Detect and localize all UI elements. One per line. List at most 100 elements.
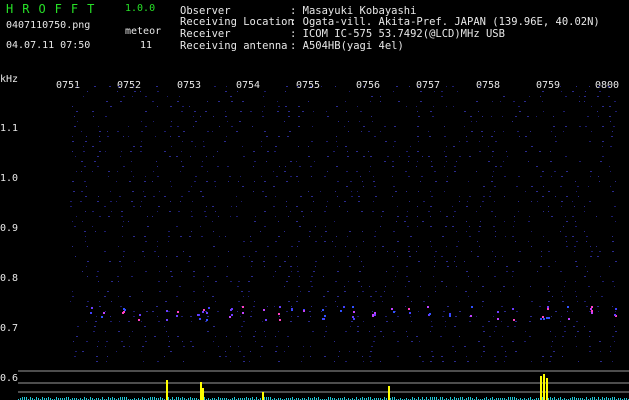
noise-pixel xyxy=(469,156,471,157)
noise-pixel xyxy=(350,251,351,252)
meteor-echo xyxy=(176,315,178,317)
noise-pixel xyxy=(564,286,565,287)
noise-pixel xyxy=(121,151,122,152)
noise-pixel xyxy=(599,251,601,252)
noise-pixel xyxy=(418,141,419,142)
noise-pixel xyxy=(157,166,158,167)
noise-pixel xyxy=(600,361,602,362)
noise-pixel xyxy=(70,201,72,202)
noise-pixel xyxy=(205,311,207,312)
noise-pixel xyxy=(179,286,181,287)
noise-pixel xyxy=(478,276,479,277)
noise-pixel xyxy=(225,236,226,237)
noise-pixel xyxy=(82,221,83,222)
noise-pixel xyxy=(441,281,443,282)
noise-pixel xyxy=(359,256,360,257)
noise-pixel xyxy=(590,246,591,247)
noise-pixel xyxy=(324,211,326,212)
noise-pixel xyxy=(392,176,393,177)
noise-pixel xyxy=(393,331,395,332)
noise-pixel xyxy=(614,341,615,342)
noise-pixel xyxy=(456,161,457,162)
noise-pixel xyxy=(74,126,76,127)
noise-pixel xyxy=(97,166,99,167)
noise-pixel xyxy=(142,301,143,302)
noise-pixel xyxy=(542,356,544,357)
meteor-echo xyxy=(591,312,593,314)
noise-pixel xyxy=(428,296,429,297)
meteor-echo xyxy=(101,316,103,318)
noise-pixel xyxy=(194,181,196,182)
noise-pixel xyxy=(369,286,370,287)
noise-pixel xyxy=(565,236,567,237)
noise-pixel xyxy=(431,326,433,327)
noise-pixel xyxy=(215,281,217,282)
noise-pixel xyxy=(324,336,325,337)
noise-pixel xyxy=(456,231,457,232)
noise-pixel xyxy=(576,86,577,87)
noise-pixel xyxy=(554,171,556,172)
noise-pixel xyxy=(301,211,303,212)
noise-pixel xyxy=(218,216,219,217)
noise-pixel xyxy=(565,96,567,97)
noise-pixel xyxy=(457,91,458,92)
noise-pixel xyxy=(72,296,74,297)
noise-pixel xyxy=(541,251,542,252)
noise-pixel xyxy=(454,166,456,167)
noise-pixel xyxy=(551,131,552,132)
noise-pixel xyxy=(225,111,226,112)
noise-pixel xyxy=(311,141,313,142)
noise-pixel xyxy=(615,111,617,112)
noise-pixel xyxy=(613,126,615,127)
noise-pixel xyxy=(251,311,252,312)
noise-pixel xyxy=(312,126,313,127)
noise-pixel xyxy=(405,306,406,307)
noise-pixel xyxy=(560,231,561,232)
meteor-echo xyxy=(374,312,376,314)
noise-pixel xyxy=(243,356,245,357)
noise-pixel xyxy=(347,236,348,237)
noise-pixel xyxy=(170,181,171,182)
noise-pixel xyxy=(117,131,119,132)
signal-strength-bar xyxy=(262,392,264,400)
noise-pixel xyxy=(441,256,443,257)
noise-pixel xyxy=(116,351,117,352)
noise-pixel xyxy=(531,231,532,232)
signal-strength-bar xyxy=(546,378,548,400)
noise-pixel xyxy=(494,356,496,357)
noise-pixel xyxy=(275,196,276,197)
noise-pixel xyxy=(241,201,242,202)
noise-pixel xyxy=(122,236,123,237)
noise-pixel xyxy=(203,286,204,287)
noise-pixel xyxy=(536,116,537,117)
meteor-label: meteor xyxy=(125,26,162,37)
noise-pixel xyxy=(575,336,576,337)
noise-pixel xyxy=(324,176,326,177)
noise-pixel xyxy=(495,326,497,327)
noise-pixel xyxy=(572,236,574,237)
noise-pixel xyxy=(286,206,287,207)
noise-pixel xyxy=(614,286,615,287)
noise-pixel xyxy=(464,126,465,127)
noise-pixel xyxy=(590,176,591,177)
noise-pixel xyxy=(296,161,297,162)
noise-pixel xyxy=(207,171,208,172)
noise-pixel xyxy=(602,146,603,147)
meteor-echo xyxy=(471,306,473,308)
noise-pixel xyxy=(578,361,579,362)
noise-pixel xyxy=(202,196,204,197)
meteor-echo xyxy=(615,308,617,310)
noise-pixel xyxy=(453,216,454,217)
noise-pixel xyxy=(76,336,78,337)
noise-pixel xyxy=(418,261,420,262)
noise-pixel xyxy=(311,306,312,307)
noise-pixel xyxy=(368,131,370,132)
noise-pixel xyxy=(278,361,280,362)
noise-pixel xyxy=(375,291,377,292)
noise-pixel xyxy=(240,176,241,177)
meteor-echo xyxy=(324,315,326,317)
noise-pixel xyxy=(612,241,614,242)
noise-pixel xyxy=(477,256,479,257)
freq-tick: 0.7 xyxy=(0,323,19,334)
noise-pixel xyxy=(76,171,77,172)
